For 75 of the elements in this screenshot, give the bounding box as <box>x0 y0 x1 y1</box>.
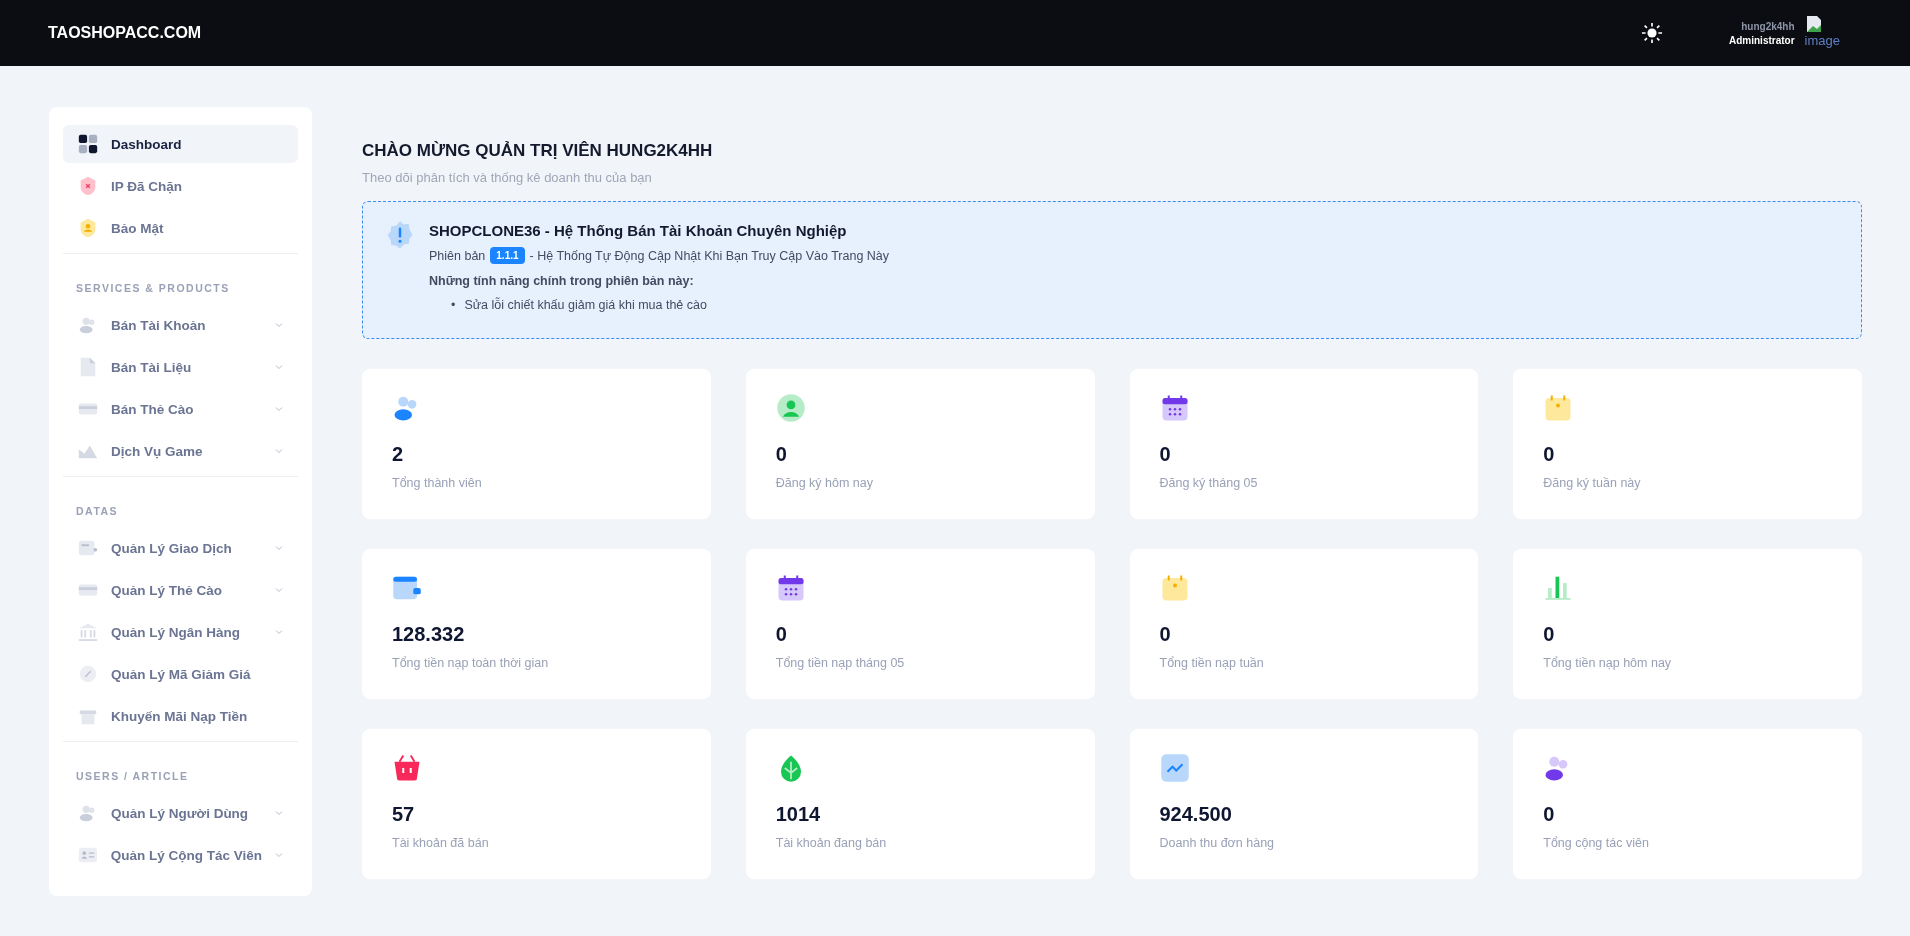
section-heading: DATAS <box>75 504 120 519</box>
sidebar-item[interactable]: Bán Tài Liệu <box>63 348 298 386</box>
stat-label: Tổng tiền nạp tháng 05 <box>775 656 906 670</box>
page-subtitle: Theo dõi phân tích và thống kê doanh thu của bạn <box>362 170 653 185</box>
basket-icon <box>392 753 422 783</box>
sidebar-item[interactable]: Quản Lý Thẻ Cào <box>63 571 298 609</box>
stat-label: Tài khoản đang bán <box>775 836 888 850</box>
sidebar-item[interactable]: IP Đã Chặn <box>63 167 298 205</box>
stat-value: 57 <box>392 803 416 826</box>
trend-chart-icon <box>1159 753 1190 783</box>
chevron-down-icon <box>274 808 284 818</box>
discount-icon <box>77 663 99 685</box>
user-role: Administrator <box>1729 34 1795 46</box>
username: hung2k4hh <box>1741 20 1795 32</box>
section-heading: USERS / ARTICLE <box>75 769 190 784</box>
sidebar-item[interactable]: Bán Thẻ Cào <box>63 390 298 428</box>
avatar-alt-text: image <box>1804 32 1840 48</box>
sun-icon[interactable] <box>1641 22 1663 44</box>
chevron-down-icon <box>274 850 284 860</box>
broken-image-icon[interactable] <box>1804 14 1823 33</box>
sidebar-item[interactable]: Dịch Vụ Game <box>63 432 298 470</box>
calendar-icon <box>1543 393 1574 423</box>
feature-item: Sửa lỗi chiết khấu giảm giá khi mua thẻ cào <box>464 296 707 314</box>
sidebar-item[interactable]: Quản Lý Ngân Hàng <box>63 613 298 651</box>
stat-label: Doanh thu đơn hàng <box>1159 836 1276 850</box>
sidebar-item[interactable]: Bán Tài Khoản <box>63 306 298 344</box>
page-title: CHÀO MỪNG QUẢN TRỊ VIÊN HUNG2K4HH <box>362 141 714 161</box>
features-heading: Những tính năng chính trong phiên bản này: <box>429 274 695 288</box>
chevron-down-icon <box>274 362 284 372</box>
stat-value: 0 <box>775 623 788 646</box>
calendar-icon <box>1159 393 1190 423</box>
stat-value: 924.500 <box>1159 803 1233 826</box>
bullet-mark: • <box>451 297 456 314</box>
stat-label: Tổng tiền nạp hôm nay <box>1543 656 1673 670</box>
sidebar-item[interactable]: Quản Lý Giao Dịch <box>63 529 298 567</box>
stat-label: Tài khoản đã bán <box>392 836 490 850</box>
stat-label: Đăng ký tháng 05 <box>1159 476 1259 490</box>
sidebar-item[interactable]: Dashboard <box>63 125 298 163</box>
stat-label: Đăng ký tuần này <box>1543 476 1642 490</box>
chevron-down-icon <box>274 627 284 637</box>
stat-value: 0 <box>1159 443 1172 466</box>
dashboard-icon <box>77 133 99 155</box>
stat-value: 0 <box>775 443 788 466</box>
stat-value: 1014 <box>775 803 822 826</box>
chevron-down-icon <box>274 585 284 595</box>
chevron-down-icon <box>274 404 284 414</box>
section-heading: SERVICES & PRODUCTS <box>75 281 231 296</box>
stat-label: Tổng tiền nạp tuần <box>1159 656 1265 670</box>
alert-badge-icon <box>385 220 415 250</box>
version-note: - Hệ Thống Tự Động Cập Nhật Khi Bạn Truy Cập Vào Trang Này <box>529 248 890 263</box>
version-label: Phiên bản <box>429 248 486 263</box>
bank-icon <box>77 621 99 643</box>
version-badge: 1.1.1 <box>490 247 525 264</box>
stat-value: 128.332 <box>392 623 466 646</box>
chevron-down-icon <box>274 446 284 456</box>
chevron-down-icon <box>274 543 284 553</box>
stat-label: Tổng thành viên <box>392 476 483 490</box>
sidebar-item[interactable]: Bảo Mật <box>63 209 298 247</box>
stat-value: 0 <box>1543 623 1556 646</box>
sidebar-item[interactable]: Quản Lý Người Dùng <box>63 794 298 832</box>
site-logo[interactable]: TAOSHOPACC.COM <box>48 24 202 42</box>
chevron-down-icon <box>274 320 284 330</box>
user-icon <box>775 393 806 423</box>
stat-value: 0 <box>1159 623 1172 646</box>
sidebar-item[interactable]: Quản Lý Mã Giảm Giá <box>63 655 298 693</box>
sidebar-item[interactable]: Khuyến Mãi Nạp Tiền <box>63 697 298 735</box>
stat-label: Tổng cộng tác viên <box>1543 836 1650 850</box>
stat-value: 0 <box>1543 443 1556 466</box>
calendar-icon <box>775 573 806 603</box>
stat-value: 0 <box>1543 803 1556 826</box>
stat-label: Đăng ký hôm nay <box>775 476 875 490</box>
sidebar-item[interactable]: Quản Lý Cộng Tác Viên <box>63 836 298 874</box>
stat-value: 2 <box>392 443 405 466</box>
notice-title: SHOPCLONE36 - Hệ Thống Bán Tài Khoản Chuyên Nghiệp <box>429 222 848 239</box>
stat-label: Tổng tiền nạp toàn thời gian <box>392 656 550 670</box>
